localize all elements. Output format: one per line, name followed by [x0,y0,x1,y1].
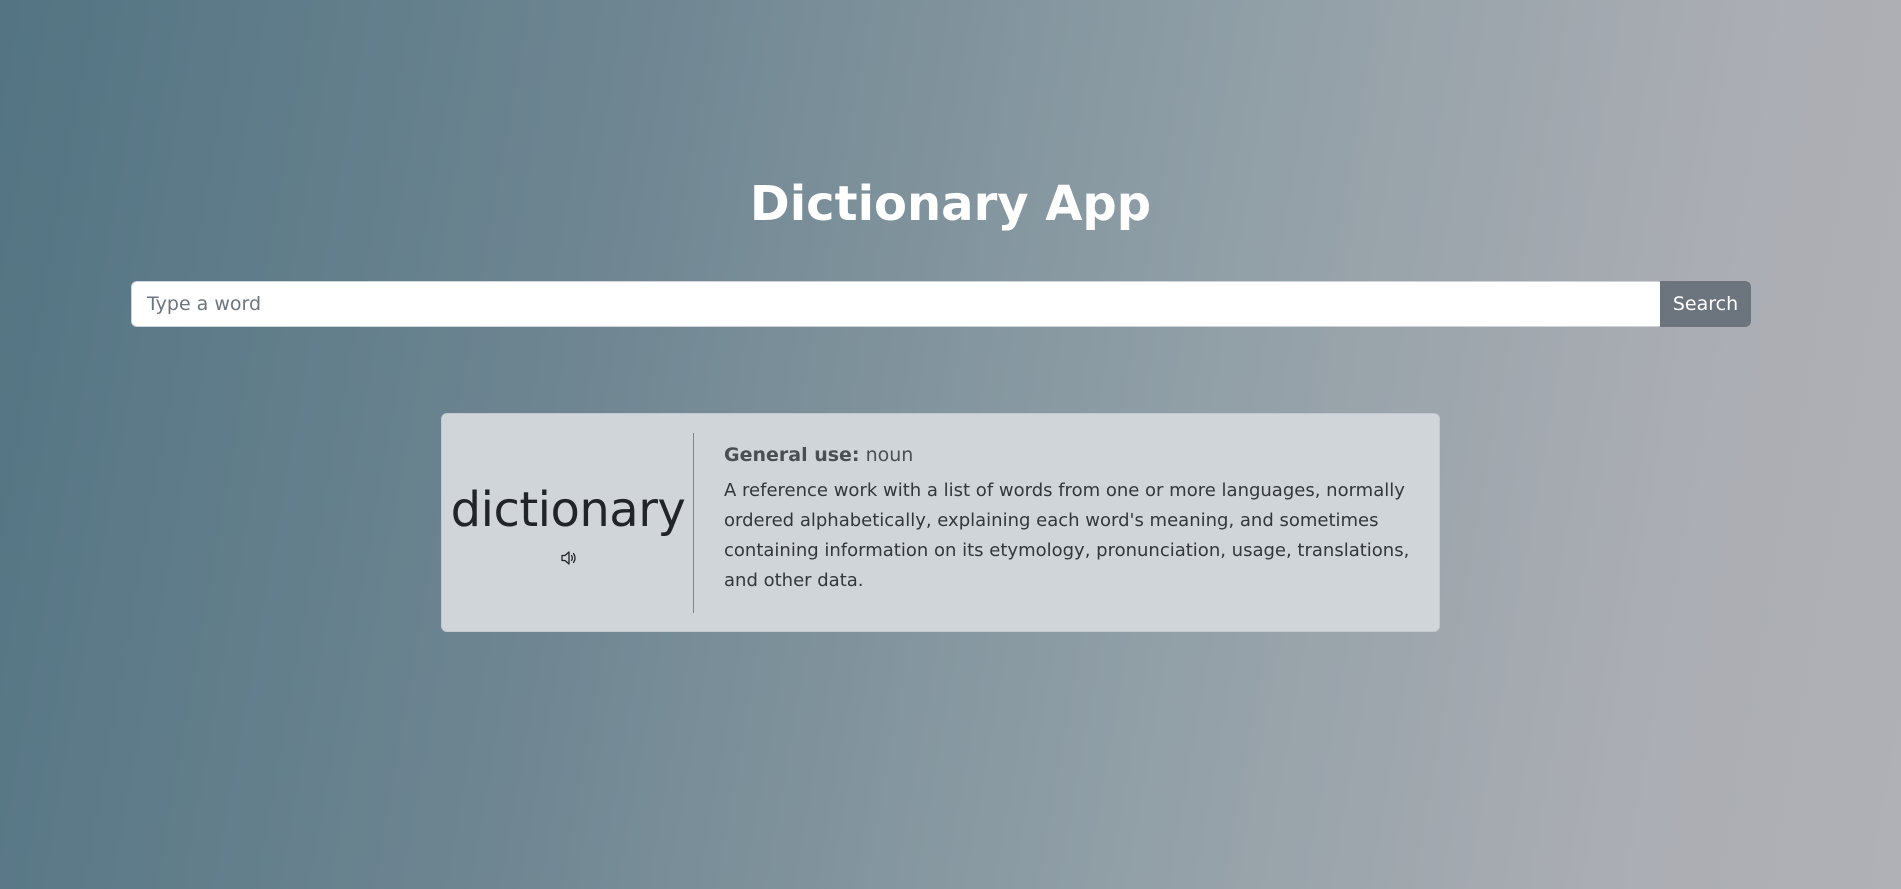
search-input[interactable] [131,281,1660,327]
part-of-speech-label: General use: [724,444,860,466]
part-of-speech-value: noun [865,444,914,466]
word-column: dictionary [442,414,694,631]
definition-text: A reference work with a list of words fr… [724,480,1410,591]
search-bar: Search [131,281,1751,327]
definition-column: General use: noun A reference work with … [724,442,1414,596]
page-title: Dictionary App [749,176,1152,232]
part-of-speech-line: General use: noun [724,442,1414,468]
column-divider [693,433,694,613]
word-heading: dictionary [450,482,686,538]
search-button[interactable]: Search [1660,281,1751,327]
speaker-icon[interactable] [559,548,579,568]
result-card: dictionary General use: noun A reference… [441,413,1440,632]
